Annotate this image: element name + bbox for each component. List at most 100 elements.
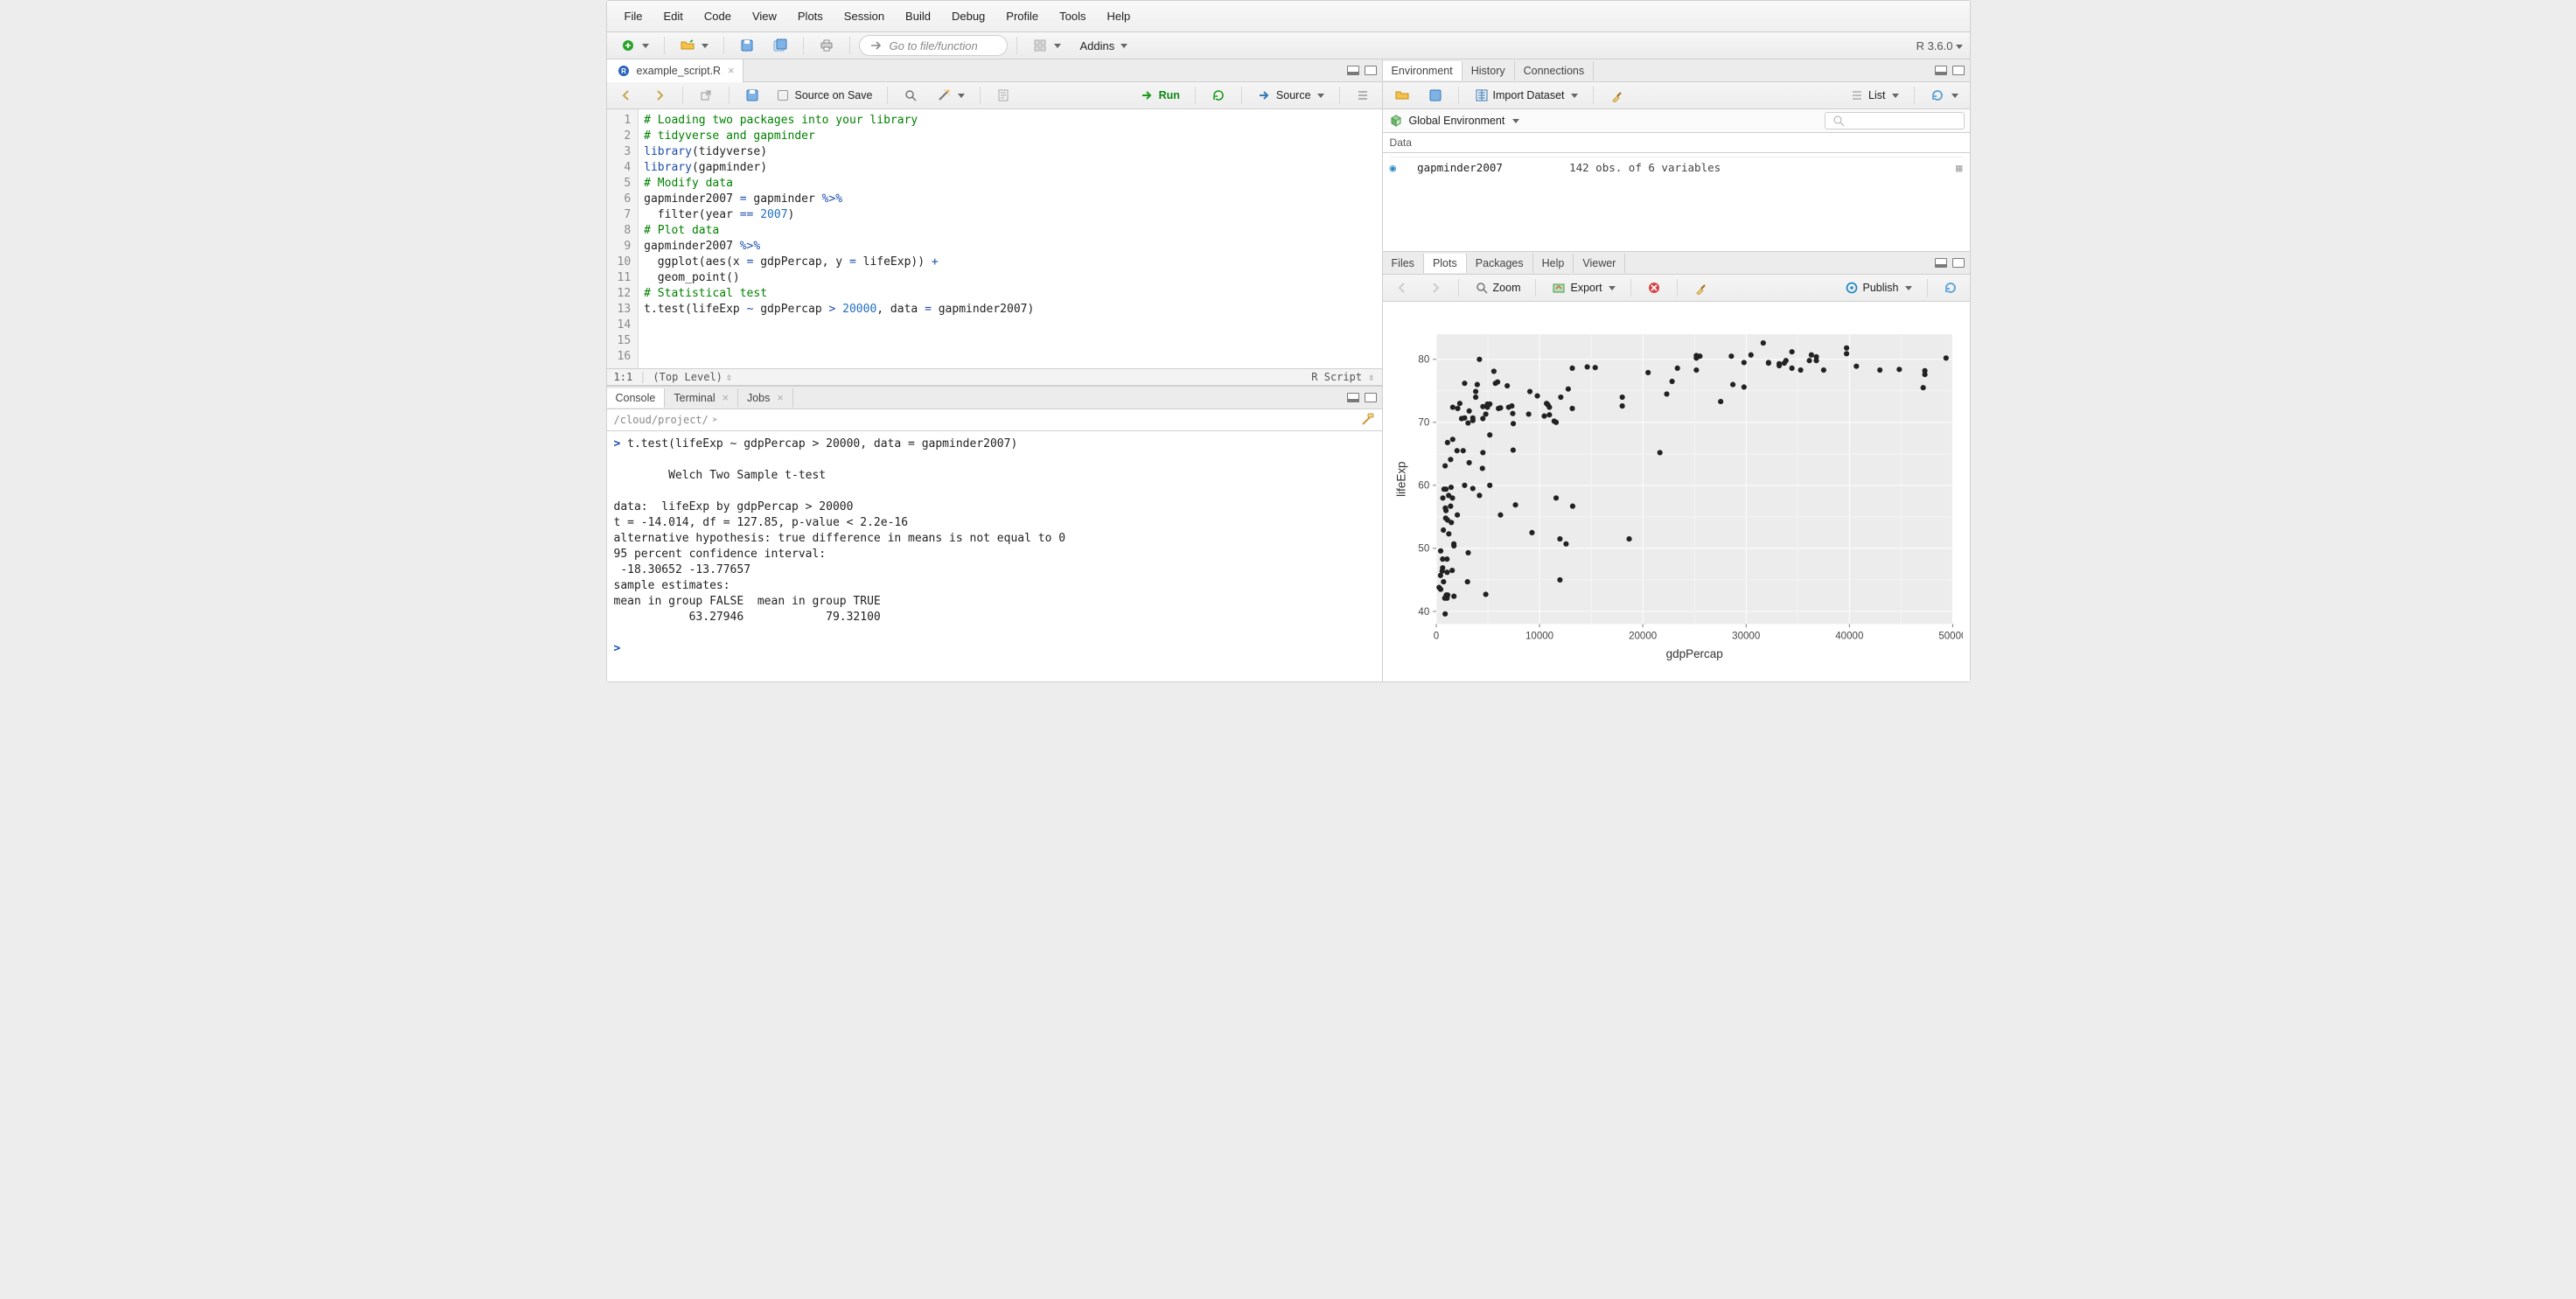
console-path-text: /cloud/project/ bbox=[614, 414, 709, 426]
tab-files[interactable]: Files bbox=[1383, 254, 1424, 273]
menu-session[interactable]: Session bbox=[835, 6, 893, 26]
zoom-button[interactable]: Zoom bbox=[1468, 277, 1527, 298]
maximize-icon[interactable] bbox=[1952, 258, 1965, 268]
source-pane: R example_script.R × So bbox=[607, 59, 1382, 386]
popout-button[interactable] bbox=[692, 85, 720, 106]
scope-label[interactable]: (Top Level) bbox=[653, 371, 722, 383]
menu-tools[interactable]: Tools bbox=[1051, 6, 1094, 26]
save-workspace-button[interactable] bbox=[1421, 85, 1449, 106]
minimize-icon[interactable] bbox=[1347, 66, 1359, 75]
tab-console[interactable]: Console bbox=[607, 388, 666, 408]
menu-debug[interactable]: Debug bbox=[943, 6, 994, 26]
clear-plots-button[interactable] bbox=[1686, 277, 1714, 298]
source-statusbar: 1:1 | (Top Level) ⇳ R Script ⇳ bbox=[607, 368, 1382, 385]
env-search-input[interactable] bbox=[1825, 112, 1965, 129]
console-path: /cloud/project/ ➤ bbox=[607, 409, 1382, 431]
menu-view[interactable]: View bbox=[743, 6, 785, 26]
maximize-icon[interactable] bbox=[1365, 66, 1377, 75]
maximize-icon[interactable] bbox=[1952, 66, 1965, 75]
maximize-icon[interactable] bbox=[1365, 393, 1377, 402]
tab-history[interactable]: History bbox=[1463, 61, 1515, 80]
menu-plots[interactable]: Plots bbox=[789, 6, 832, 26]
remove-plot-button[interactable] bbox=[1640, 277, 1668, 298]
popout-icon bbox=[698, 87, 714, 103]
scatter-plot: 010000200003000040000500004050607080gdpP… bbox=[1390, 307, 1963, 681]
notebook-button[interactable] bbox=[989, 85, 1017, 106]
load-workspace-button[interactable] bbox=[1388, 85, 1416, 106]
source-tab-close[interactable]: × bbox=[728, 65, 734, 77]
plot-prev-button[interactable] bbox=[1388, 277, 1416, 298]
find-button[interactable] bbox=[897, 85, 925, 106]
source-tab[interactable]: R example_script.R × bbox=[607, 59, 744, 82]
save-icon bbox=[1428, 87, 1443, 103]
env-scope-label[interactable]: Global Environment bbox=[1409, 115, 1505, 127]
publish-button[interactable]: Publish bbox=[1838, 277, 1918, 298]
new-file-button[interactable] bbox=[614, 35, 655, 56]
addins-menu[interactable]: Addins bbox=[1072, 37, 1136, 55]
import-dataset-label: Import Dataset bbox=[1493, 89, 1565, 101]
tab-terminal[interactable]: Terminal× bbox=[665, 388, 738, 408]
minimize-icon[interactable] bbox=[1935, 66, 1947, 75]
goto-placeholder: Go to file/function bbox=[890, 39, 978, 52]
export-button[interactable]: Export bbox=[1545, 277, 1621, 298]
minimize-icon[interactable] bbox=[1347, 393, 1359, 402]
menu-build[interactable]: Build bbox=[897, 6, 939, 26]
env-scope-bar: Global Environment bbox=[1383, 109, 1970, 133]
outline-button[interactable] bbox=[1349, 85, 1377, 106]
tab-help[interactable]: Help bbox=[1533, 254, 1574, 273]
publish-label: Publish bbox=[1863, 282, 1899, 294]
svg-text:30000: 30000 bbox=[1732, 632, 1760, 642]
grid-view-button[interactable] bbox=[1026, 35, 1067, 56]
rerun-button[interactable] bbox=[1204, 85, 1232, 106]
file-type-label[interactable]: R Script bbox=[1311, 371, 1362, 383]
save-all-button[interactable] bbox=[766, 35, 794, 56]
arrow-right-icon bbox=[1428, 280, 1443, 296]
open-file-button[interactable] bbox=[674, 35, 715, 56]
menu-help[interactable]: Help bbox=[1099, 6, 1140, 26]
list-view-button[interactable]: List bbox=[1843, 85, 1904, 106]
refresh-plot-button[interactable] bbox=[1937, 277, 1965, 298]
code-column: # Loading two packages into your library… bbox=[639, 109, 1039, 368]
tab-connections[interactable]: Connections bbox=[1515, 61, 1595, 80]
env-item[interactable]: ◉gapminder2007142 obs. of 6 variables▦ bbox=[1390, 157, 1963, 178]
run-arrow-icon bbox=[1140, 87, 1155, 103]
run-button[interactable]: Run bbox=[1134, 85, 1186, 106]
tab-jobs[interactable]: Jobs× bbox=[738, 388, 793, 408]
left-column: R example_script.R × So bbox=[607, 59, 1383, 681]
tab-environment[interactable]: Environment bbox=[1383, 61, 1463, 80]
source-on-save-toggle[interactable]: Source on Save bbox=[771, 87, 879, 104]
goto-arrow-icon bbox=[869, 38, 884, 53]
svg-text:gdpPercap: gdpPercap bbox=[1665, 647, 1722, 660]
source-tabs: R example_script.R × bbox=[607, 59, 1382, 82]
import-dataset-button[interactable]: Import Dataset bbox=[1468, 85, 1584, 106]
plot-tabs: FilesPlotsPackagesHelpViewer bbox=[1383, 252, 1970, 275]
print-button[interactable] bbox=[813, 35, 841, 56]
goto-file-input[interactable]: Go to file/function bbox=[859, 35, 1008, 56]
clear-env-button[interactable] bbox=[1602, 85, 1630, 106]
menu-edit[interactable]: Edit bbox=[654, 6, 691, 26]
tab-viewer[interactable]: Viewer bbox=[1574, 254, 1625, 273]
code-editor[interactable]: 12345678910111213141516 # Loading two pa… bbox=[607, 109, 1382, 368]
plot-next-button[interactable] bbox=[1421, 277, 1449, 298]
console-pane: ConsoleTerminal×Jobs× /cloud/project/ ➤ … bbox=[607, 386, 1382, 681]
wand-button[interactable] bbox=[930, 85, 971, 106]
forward-button[interactable] bbox=[646, 85, 674, 106]
tab-plots[interactable]: Plots bbox=[1424, 254, 1467, 273]
clear-console-icon[interactable] bbox=[1359, 412, 1375, 428]
svg-text:60: 60 bbox=[1418, 481, 1429, 492]
menu-profile[interactable]: Profile bbox=[997, 6, 1047, 26]
menu-file[interactable]: File bbox=[616, 6, 652, 26]
minimize-icon[interactable] bbox=[1935, 258, 1947, 268]
refresh-env-button[interactable] bbox=[1923, 85, 1965, 106]
menu-code[interactable]: Code bbox=[695, 6, 740, 26]
source-arrow-icon bbox=[1257, 87, 1273, 103]
grid-icon bbox=[1032, 38, 1048, 53]
send-icon[interactable]: ➤ bbox=[712, 414, 718, 426]
r-version-picker[interactable]: R 3.6.0 bbox=[1916, 39, 1963, 52]
save-source-button[interactable] bbox=[738, 85, 766, 106]
source-button[interactable]: Source bbox=[1251, 85, 1330, 106]
console-output[interactable]: > t.test(lifeExp ~ gdpPercap > 20000, da… bbox=[607, 431, 1382, 681]
back-button[interactable] bbox=[612, 85, 640, 106]
save-button[interactable] bbox=[733, 35, 761, 56]
tab-packages[interactable]: Packages bbox=[1467, 254, 1533, 273]
